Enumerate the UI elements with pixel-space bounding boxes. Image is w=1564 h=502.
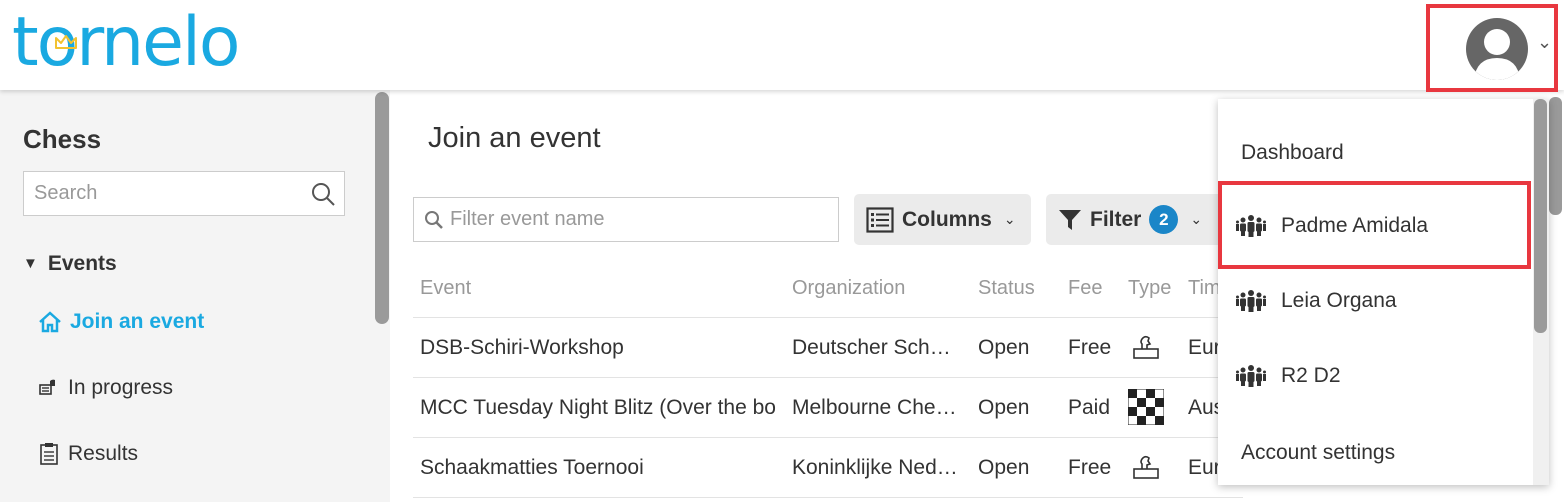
table-row[interactable]: MCC Tuesday Night Blitz (Over the bo Mel… <box>413 377 1243 437</box>
search-icon <box>425 211 443 229</box>
column-header-organization[interactable]: Organization <box>792 277 905 300</box>
chevron-down-icon: ⌄ <box>1537 32 1553 52</box>
in-progress-icon <box>39 379 55 395</box>
logo-text: tornelo <box>12 3 240 82</box>
menu-item-label: R2 D2 <box>1281 364 1341 387</box>
triangle-down-icon: ▼ <box>23 255 38 272</box>
clipboard-icon <box>40 443 58 465</box>
filter-label: Filter <box>1090 207 1142 231</box>
event-name[interactable]: DSB-Schiri-Workshop <box>420 336 790 360</box>
table-row[interactable]: Schaakmatties Toernooi Koninklijke Ned… … <box>413 437 1243 497</box>
menu-item-label: Account settings <box>1241 441 1396 464</box>
events-section-toggle[interactable]: ▼ Events <box>23 252 117 276</box>
columns-icon <box>866 206 894 233</box>
crown-icon <box>55 35 77 49</box>
sidebar-search-input[interactable] <box>24 172 294 215</box>
search-icon[interactable] <box>310 181 336 207</box>
chevron-down-icon: ⌄ <box>1190 211 1203 227</box>
over-the-board-icon <box>1133 455 1159 479</box>
time-control: Eur <box>1188 336 1218 359</box>
fee: Paid <box>1068 396 1111 419</box>
status: Open <box>978 336 1030 359</box>
menu-item-r2-d2[interactable]: R2 D2 <box>1218 364 1549 388</box>
sidebar-search <box>23 171 345 216</box>
home-icon <box>39 311 61 333</box>
page-scrollbar[interactable] <box>1549 97 1562 215</box>
time-control: Aus <box>1188 396 1218 419</box>
sidebar-title: Chess <box>23 124 102 154</box>
column-header-event[interactable]: Event <box>420 277 471 300</box>
sidebar-item-results[interactable]: Results <box>38 442 138 466</box>
menu-item-account-settings[interactable]: Account settings <box>1218 441 1549 465</box>
time-control: Eur <box>1188 456 1218 479</box>
organization: Koninklijke Ned… <box>792 456 958 479</box>
table-row[interactable]: DSB-Schiri-Workshop Deutscher Sch… Open … <box>413 317 1243 377</box>
fee: Free <box>1068 456 1112 479</box>
organization: Melbourne Che… <box>792 396 957 419</box>
people-icon <box>1236 290 1266 312</box>
sidebar-item-label: In progress <box>68 376 174 399</box>
chevron-down-icon: ⌄ <box>1003 211 1016 227</box>
filter-count-badge: 2 <box>1149 205 1179 234</box>
table-row-divider <box>413 497 1243 499</box>
status: Open <box>978 456 1030 479</box>
user-menu-toggle[interactable]: ⌄ <box>1426 4 1558 92</box>
column-header-status[interactable]: Status <box>978 277 1035 300</box>
events-label: Events <box>47 252 117 275</box>
menu-item-leia-organa[interactable]: Leia Organa <box>1218 289 1549 313</box>
tornelo-logo[interactable]: tornelo <box>12 8 240 78</box>
dropdown-scrollbar[interactable] <box>1534 99 1547 333</box>
filter-button[interactable]: Filter 2 ⌄ <box>1046 194 1226 245</box>
over-the-board-icon <box>1133 335 1159 359</box>
app-header: tornelo ⌄ <box>0 0 1564 92</box>
columns-button[interactable]: Columns ⌄ <box>854 194 1031 245</box>
fee: Free <box>1068 336 1112 359</box>
event-name[interactable]: MCC Tuesday Night Blitz (Over the bo <box>420 396 790 420</box>
sidebar-item-label: Join an event <box>70 310 205 333</box>
sidebar-item-label: Results <box>68 442 139 465</box>
funnel-icon <box>1059 209 1081 230</box>
event-name[interactable]: Schaakmatties Toernooi <box>420 456 790 480</box>
organization: Deutscher Sch… <box>792 336 951 359</box>
avatar <box>1466 18 1528 80</box>
event-filter-input[interactable] <box>414 198 804 241</box>
menu-item-dashboard[interactable]: Dashboard <box>1218 141 1549 165</box>
columns-label: Columns <box>902 207 992 231</box>
status: Open <box>978 396 1030 419</box>
sidebar-item-in-progress[interactable]: In progress <box>38 376 173 400</box>
event-filter <box>413 197 839 242</box>
sidebar-scrollbar[interactable] <box>375 92 389 324</box>
people-icon <box>1236 365 1266 387</box>
menu-item-label: Leia Organa <box>1281 289 1397 312</box>
selected-menu-highlight <box>1218 181 1531 269</box>
sidebar-item-join-an-event[interactable]: Join an event <box>38 310 204 334</box>
chessboard-icon <box>1128 389 1164 425</box>
user-silhouette-icon <box>1474 29 1520 80</box>
user-dropdown-menu: Dashboard Padme Amidala Leia Organa R2 D… <box>1218 99 1549 485</box>
column-header-fee[interactable]: Fee <box>1068 277 1102 300</box>
column-header-type[interactable]: Type <box>1128 277 1171 300</box>
menu-item-label: Dashboard <box>1241 141 1344 164</box>
page-title: Join an event <box>428 122 601 154</box>
